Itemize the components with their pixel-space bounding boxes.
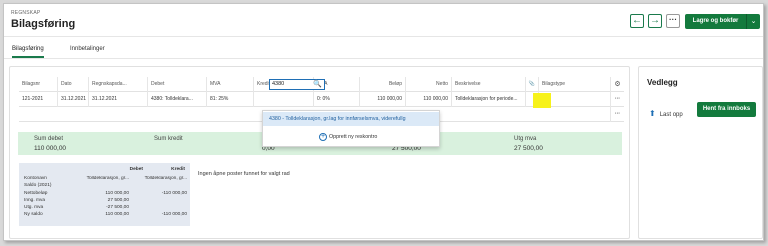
attachments-panel: Vedlegg ⬆ Last opp Hent fra innboks (638, 66, 763, 239)
create-ledger-label: Opprett ny reskontro (329, 134, 378, 140)
balance-row-label: Ny saldo (24, 212, 43, 217)
column-header-dato[interactable]: Dato (57, 77, 88, 92)
breadcrumb[interactable]: REGNSKAP (11, 10, 40, 16)
cell-bilagsnr[interactable]: 121-2021 (19, 92, 57, 107)
more-icon: ··· (615, 96, 620, 102)
row-more-button[interactable]: ··· (610, 107, 624, 122)
balance-row-label: Nettobeløp (24, 191, 48, 196)
sum-debet-value: 110 000,00 (34, 145, 67, 152)
arrow-left-icon: ← (632, 15, 642, 26)
cell-netto[interactable]: 110 000,00 (405, 92, 451, 107)
tab-innbetalinger[interactable]: Innbetalinger (70, 46, 105, 52)
app-window: REGNSKAP Bilagsføring ← → ··· Lagre og b… (3, 3, 764, 241)
balance-row-kredit: -110 000,00 (161, 212, 187, 217)
cell-mva-debet[interactable]: 81: 25% (206, 92, 253, 107)
cell-beskrivelse[interactable]: Tolldeklarasjon for periode... (451, 92, 525, 107)
balance-row-debet: Tolldeklarasjon, gr... (86, 176, 129, 181)
balance-row-kredit: Tolldeklarasjon, gr... (144, 176, 187, 181)
upload-icon: ⬆ (649, 109, 656, 118)
more-icon: ··· (615, 111, 620, 117)
balance-row-debet: 110 000,00 (105, 212, 129, 217)
next-button[interactable]: → (648, 14, 662, 28)
page-title: Bilagsføring (11, 18, 76, 30)
balance-row-kredit: -110 000,00 (161, 191, 187, 196)
utg-mva-label: Utg mva (514, 136, 537, 142)
search-icon[interactable]: 🔍 (313, 80, 322, 89)
save-dropdown-button[interactable]: ⌄ (746, 14, 760, 29)
cell-debet[interactable]: 4380: Tolldeklara... (147, 92, 206, 107)
attachment-icon: 📎 (528, 81, 536, 87)
cell-regnskapsdato[interactable]: 31.12.2021 (88, 92, 147, 107)
upload-button[interactable]: ⬆ Last opp (649, 109, 683, 118)
balance-row-label: Utg. mva (24, 205, 44, 210)
gear-icon: ⚙ (614, 81, 621, 88)
utg-mva-value: 27 500,00 (514, 145, 543, 152)
balance-row-debet: 110 000,00 (105, 191, 129, 196)
column-header-mva-debet[interactable]: MVA (206, 77, 253, 92)
kredit-account-input[interactable]: 4380 🔍 (269, 79, 325, 90)
plus-icon: + (319, 132, 327, 141)
highlighted-cell (533, 93, 551, 108)
column-header-beskrivelse[interactable]: Beskrivelse (451, 77, 525, 92)
sum-debet-label: Sum debet (34, 136, 64, 142)
grid-settings-button[interactable]: ⚙ (610, 77, 624, 92)
column-header-netto[interactable]: Netto (405, 77, 451, 92)
cell-mva-kredit[interactable]: 0: 0% (313, 92, 359, 107)
column-header-regnskapsdato[interactable]: Regnskapsda... (88, 77, 147, 92)
balance-header-kredit: Kredit (171, 167, 185, 172)
column-header-belop[interactable]: Beløp (359, 77, 405, 92)
more-options-button[interactable]: ··· (666, 14, 680, 28)
column-header-bilagstype[interactable]: Bilagstype (538, 77, 610, 92)
arrow-right-icon: → (650, 15, 660, 26)
column-header-debet[interactable]: Debet (147, 77, 206, 92)
balance-row-label: Inng. mva (24, 198, 46, 203)
fetch-from-inbox-button[interactable]: Hent fra innboks (697, 102, 756, 117)
page-header: REGNSKAP Bilagsføring ← → ··· Lagre og b… (4, 4, 763, 37)
cell-kredit[interactable] (253, 92, 313, 107)
balance-row-debet: -27 500,00 (106, 205, 129, 210)
column-header-bilagsnr[interactable]: Bilagsnr (19, 77, 57, 92)
tab-bar: Bilagsføring Innbetalinger (4, 37, 763, 59)
create-ledger-button[interactable]: + Opprett ny reskontro (319, 132, 377, 142)
row-more-button[interactable]: ··· (610, 92, 624, 107)
tab-bilagsforing[interactable]: Bilagsføring (12, 46, 44, 58)
no-open-items-message: Ingen åpne poster funnet for valgt rad (198, 171, 290, 177)
kredit-input-value: 4380 (272, 81, 285, 87)
column-header-attachment[interactable]: 📎 (525, 77, 538, 92)
account-suggestion-dropdown: 4380 - Tolldeklarasjon, gr.lag for innfø… (262, 110, 440, 147)
previous-button[interactable]: ← (630, 14, 644, 28)
account-suggestion-item[interactable]: 4380 - Tolldeklarasjon, gr.lag for innfø… (263, 112, 439, 126)
balance-row-label: Kontonavn (24, 176, 47, 181)
cell-dato[interactable]: 31.12.2021 (57, 92, 88, 107)
balance-summary: Debet Kredit Kontonavn Tolldeklarasjon, … (19, 163, 190, 226)
balance-row-label: Saldo (2021) (24, 183, 52, 188)
upload-label: Last opp (659, 112, 683, 118)
cell-belop[interactable]: 110 000,00 (359, 92, 405, 107)
attachments-title: Vedlegg (647, 78, 678, 87)
sum-kredit-label: Sum kredit (154, 136, 183, 142)
save-and-post-button[interactable]: Lagre og bokfør (685, 14, 746, 29)
balance-row-debet: 27 500,00 (107, 198, 129, 203)
chevron-down-icon: ⌄ (750, 18, 757, 25)
more-icon: ··· (669, 15, 677, 24)
